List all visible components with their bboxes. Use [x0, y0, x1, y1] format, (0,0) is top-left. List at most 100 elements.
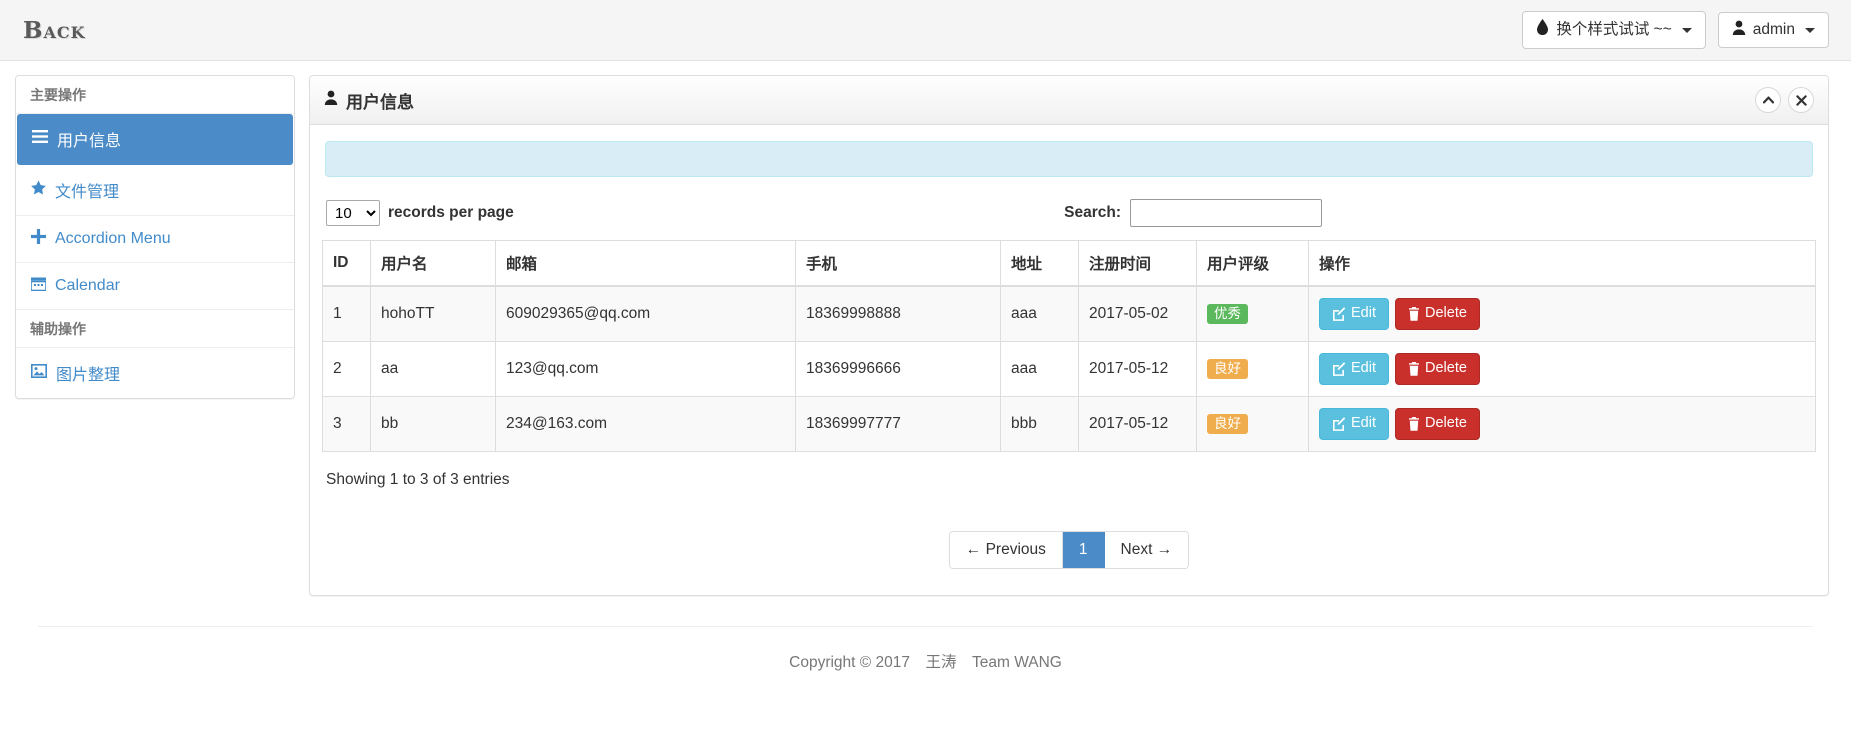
column-header-register-time[interactable]: 注册时间	[1078, 240, 1197, 287]
copyright-text: Copyright © 2017 王涛 Team WANG	[789, 654, 1062, 671]
cell-username: hohoTT	[370, 285, 496, 342]
user-icon	[324, 90, 338, 110]
user-table: ID 用户名 邮箱 手机 地址 注册时间 用户评级 操作 1 hohoTT 60	[322, 240, 1816, 452]
delete-button-label: Delete	[1425, 414, 1467, 431]
sidebar-item-label: 图片整理	[56, 367, 121, 384]
sidebar-heading-secondary: 辅助操作	[16, 310, 294, 348]
cell-phone: 18369996666	[795, 340, 1001, 397]
column-header-id[interactable]: ID	[322, 240, 371, 287]
cell-rating: 良好	[1196, 340, 1309, 397]
panel-title: 用户信息	[324, 88, 414, 113]
table-header: ID 用户名 邮箱 手机 地址 注册时间 用户评级 操作	[322, 240, 1816, 287]
column-header-username[interactable]: 用户名	[370, 240, 496, 287]
cell-actions: Edit Delete	[1308, 285, 1816, 342]
panel-collapse-button[interactable]	[1755, 87, 1781, 113]
list-icon	[32, 130, 48, 148]
cell-register-time: 2017-05-12	[1078, 340, 1197, 397]
user-menu-button[interactable]: admin	[1717, 11, 1829, 49]
page-container: 主要操作 用户信息 文件管理 Accordion Menu Calendar 辅…	[0, 61, 1851, 626]
chevron-down-icon	[1681, 27, 1692, 33]
user-menu-label: admin	[1752, 20, 1795, 38]
row-action-buttons: Edit Delete	[1319, 352, 1805, 385]
table-row: 1 hohoTT 609029365@qq.com 18369998888 aa…	[322, 285, 1816, 342]
star-icon	[31, 180, 46, 200]
pagination: ← Previous 1 Next →	[322, 530, 1816, 569]
sidebar-item-calendar[interactable]: Calendar	[16, 263, 294, 310]
sidebar-item-user-info[interactable]: 用户信息	[17, 114, 293, 165]
cell-id: 3	[322, 395, 371, 452]
page-length-label: records per page	[388, 204, 514, 221]
cell-address: aaa	[1000, 340, 1079, 397]
sidebar-item-label: Accordion Menu	[55, 230, 171, 247]
plus-icon	[31, 229, 46, 249]
style-switcher-button[interactable]: 换个样式试试 ~~	[1522, 11, 1706, 49]
brand-logo[interactable]: Back	[18, 17, 86, 44]
delete-button[interactable]: Delete	[1395, 298, 1480, 330]
search-input[interactable]	[1130, 199, 1322, 227]
edit-button[interactable]: Edit	[1319, 352, 1389, 385]
cell-actions: Edit Delete	[1308, 340, 1816, 397]
pagination-page-1[interactable]: 1	[1062, 531, 1105, 568]
cell-phone: 18369997777	[795, 395, 1001, 452]
cell-email: 609029365@qq.com	[495, 285, 796, 342]
edit-button-label: Edit	[1351, 305, 1376, 321]
sidebar-item-file-management[interactable]: 文件管理	[16, 165, 294, 216]
edit-button[interactable]: Edit	[1319, 407, 1389, 440]
trash-icon	[1409, 361, 1419, 376]
sidebar: 主要操作 用户信息 文件管理 Accordion Menu Calendar 辅…	[15, 75, 295, 399]
pencil-square-icon	[1333, 307, 1346, 321]
pagination-previous[interactable]: ← Previous	[949, 531, 1063, 568]
table-row: 3 bb 234@163.com 18369997777 bbb 2017-05…	[322, 395, 1816, 452]
close-icon	[1795, 94, 1807, 106]
column-header-phone[interactable]: 手机	[795, 240, 1001, 287]
panel-heading: 用户信息	[310, 76, 1828, 125]
sidebar-item-label: 文件管理	[55, 184, 120, 201]
status-badge: 优秀	[1207, 303, 1248, 325]
sidebar-item-image-management[interactable]: 图片整理	[16, 348, 294, 398]
delete-button[interactable]: Delete	[1395, 407, 1480, 440]
cell-id: 2	[322, 340, 371, 397]
page-footer: Copyright © 2017 王涛 Team WANG	[38, 626, 1813, 672]
page-length-control: 10 records per page	[326, 200, 514, 226]
column-header-email[interactable]: 邮箱	[495, 240, 796, 287]
pencil-square-icon	[1333, 417, 1346, 431]
cell-username: bb	[370, 395, 496, 452]
cell-actions: Edit Delete	[1308, 395, 1816, 452]
sidebar-item-accordion-menu[interactable]: Accordion Menu	[16, 216, 294, 263]
user-icon	[1732, 20, 1746, 41]
column-header-rating[interactable]: 用户评级	[1196, 240, 1309, 287]
cell-email: 123@qq.com	[495, 340, 796, 397]
status-badge: 良好	[1207, 413, 1248, 435]
chevron-up-icon	[1762, 96, 1774, 104]
edit-button[interactable]: Edit	[1319, 298, 1389, 330]
edit-button-label: Edit	[1351, 414, 1376, 431]
column-header-address[interactable]: 地址	[1000, 240, 1079, 287]
sidebar-heading-primary: 主要操作	[16, 76, 294, 114]
droplet-icon	[1536, 19, 1549, 41]
panel-title-text: 用户信息	[346, 92, 414, 112]
trash-icon	[1409, 306, 1419, 321]
style-switcher-label: 换个样式试试 ~~	[1556, 20, 1672, 38]
cell-phone: 18369998888	[795, 285, 1001, 342]
panel-body: 10 records per page Search: ID 用户名 邮箱 手机	[310, 125, 1828, 595]
cell-email: 234@163.com	[495, 395, 796, 452]
pagination-next[interactable]: Next →	[1104, 531, 1189, 568]
column-header-actions[interactable]: 操作	[1308, 240, 1816, 287]
table-controls: 10 records per page Search:	[322, 199, 1816, 227]
calendar-icon	[30, 276, 47, 296]
cell-address: bbb	[1000, 395, 1079, 452]
pencil-square-icon	[1333, 362, 1346, 376]
row-action-buttons: Edit Delete	[1319, 407, 1805, 440]
cell-rating: 良好	[1196, 395, 1309, 452]
table-row: 2 aa 123@qq.com 18369996666 aaa 2017-05-…	[322, 340, 1816, 397]
page-length-select[interactable]: 10	[326, 200, 380, 226]
search-control: Search:	[1064, 199, 1322, 227]
delete-button-label: Delete	[1425, 359, 1467, 376]
search-label: Search:	[1064, 204, 1121, 221]
delete-button[interactable]: Delete	[1395, 352, 1480, 385]
cell-rating: 优秀	[1196, 285, 1309, 342]
navbar-right-controls: 换个样式试试 ~~ admin	[1522, 11, 1829, 49]
sidebar-item-label: Calendar	[55, 277, 120, 294]
panel-close-button[interactable]	[1788, 87, 1814, 113]
cell-address: aaa	[1000, 285, 1079, 342]
